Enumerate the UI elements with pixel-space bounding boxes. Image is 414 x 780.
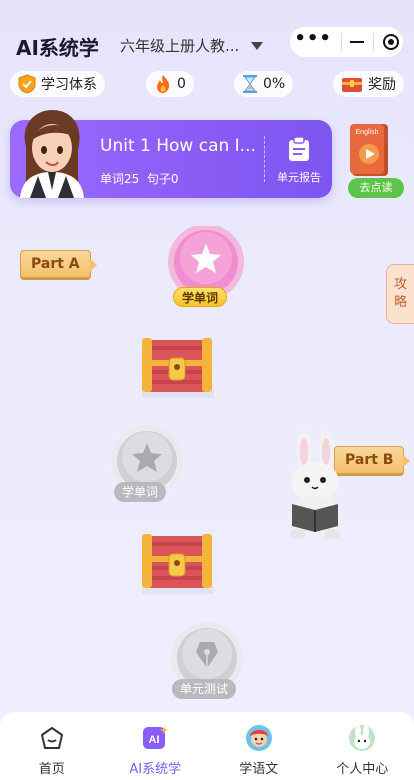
tab-home[interactable]: 首页: [2, 712, 102, 780]
reward-label: 奖励: [368, 77, 396, 93]
page-title: AI系统学: [16, 36, 99, 60]
bunny-mascot: [289, 430, 341, 539]
strategy-label-1: 攻: [393, 277, 407, 292]
read-aloud-button[interactable]: 去点读: [348, 178, 404, 198]
treasure-chest-icon[interactable]: [138, 334, 216, 400]
unit-report-button[interactable]: 单元报告: [272, 136, 326, 185]
mini-program-capsule: •••: [289, 26, 404, 58]
grade-label: 六年级上册人教...: [120, 37, 240, 55]
unit-title[interactable]: Unit 1 How can I...: [100, 136, 258, 156]
progress-percent: 0%: [263, 76, 286, 92]
english-book-icon[interactable]: English: [348, 122, 390, 178]
hourglass-icon: [242, 74, 258, 94]
part-a-tag: Part A: [20, 250, 97, 278]
clipboard-icon: [289, 136, 309, 161]
treasure-chest-icon[interactable]: [138, 530, 216, 596]
capsule-divider: [372, 33, 374, 51]
book-cover-text: English: [356, 129, 379, 136]
fire-icon: [154, 74, 172, 94]
progress-badge[interactable]: 0%: [234, 71, 294, 97]
ai-icon: AI: [141, 724, 169, 752]
shield-icon: [18, 74, 36, 94]
learning-system-button[interactable]: 学习体系: [10, 71, 105, 97]
unit-test-label[interactable]: 单元测试: [172, 679, 237, 699]
home-icon: [38, 724, 66, 752]
more-icon[interactable]: •••: [294, 30, 332, 48]
word-count: 单词25: [100, 172, 140, 186]
caret-down-icon: [251, 41, 264, 50]
teacher-avatar: [20, 110, 84, 198]
learning-system-label: 学习体系: [41, 77, 97, 93]
unit-report-label: 单元报告: [277, 171, 321, 184]
ai-icon-text: AI: [149, 734, 160, 746]
tab-home-label: 首页: [38, 762, 65, 777]
banner-divider: [264, 136, 265, 182]
reward-button[interactable]: 奖励: [333, 71, 404, 97]
bunny-avatar-icon: [348, 724, 376, 752]
streak-badge[interactable]: 0: [146, 71, 194, 97]
kid-avatar-icon: [245, 724, 273, 752]
sentence-count: 句子0: [146, 172, 179, 186]
treasure-chest-icon: [341, 75, 363, 93]
tab-ai-label: AI系统学: [129, 762, 182, 777]
minimize-icon[interactable]: [350, 41, 365, 43]
tab-chinese[interactable]: 学语文: [209, 712, 309, 780]
tab-chinese-label: 学语文: [239, 762, 279, 777]
strategy-label-2: 略: [393, 295, 407, 310]
learn-words-label-active[interactable]: 学单词: [173, 287, 228, 307]
tab-ai-learning[interactable]: AI AI系统学: [105, 712, 205, 780]
header: AI系统学 六年级上册人教... •••: [0, 0, 414, 64]
close-target-icon[interactable]: [382, 34, 399, 50]
unit-stats: 单词25 句子0: [100, 170, 179, 187]
grade-selector[interactable]: 六年级上册人教...: [120, 35, 264, 56]
bottom-tabbar: 首页 AI AI系统学 学语文 个人中心: [0, 712, 414, 780]
learn-words-label-locked[interactable]: 学单词: [114, 482, 167, 502]
capsule-divider: [340, 33, 342, 51]
tab-profile[interactable]: 个人中心: [312, 712, 412, 780]
tab-profile-label: 个人中心: [336, 762, 389, 777]
strategy-tab[interactable]: 攻 略: [386, 264, 414, 324]
streak-count: 0: [177, 76, 186, 92]
